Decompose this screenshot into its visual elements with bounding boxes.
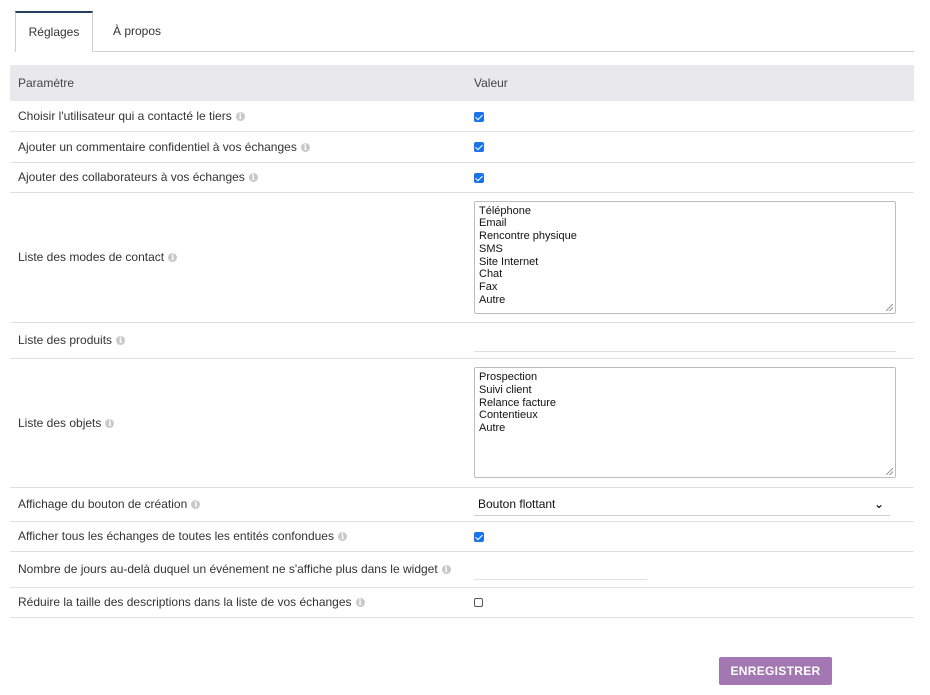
row-label: Nombre de jours au-delà duquel un événem… xyxy=(10,551,466,588)
row-value xyxy=(466,521,914,552)
table-row: Ajouter un commentaire confidentiel à vo… xyxy=(10,131,914,163)
confidential-comment-checkbox[interactable] xyxy=(474,142,484,153)
chevron-down-icon: ⌄ xyxy=(873,497,884,511)
info-icon[interactable]: i xyxy=(300,142,310,152)
info-icon[interactable]: i xyxy=(168,253,178,263)
resize-handle-icon[interactable] xyxy=(886,468,893,475)
settings-table: Paramètre Valeur Choisir l'utilisateur q… xyxy=(10,65,914,618)
list-item[interactable]: Autre xyxy=(479,294,891,307)
tab-bar: Réglages À propos xyxy=(14,11,914,52)
table-row: Afficher tous les échanges de toutes les… xyxy=(10,521,914,552)
row-label: Choisir l'utilisateur qui a contacté le … xyxy=(10,101,466,132)
info-icon[interactable]: i xyxy=(105,418,115,428)
info-icon[interactable]: i xyxy=(355,598,365,608)
list-item[interactable]: Site Internet xyxy=(479,256,891,269)
list-item[interactable]: Autre xyxy=(479,422,891,435)
row-label: Liste des objets i xyxy=(10,358,466,488)
row-value: Téléphone Email Rencontre physique SMS S… xyxy=(466,192,914,323)
row-value xyxy=(466,551,914,588)
table-row: Choisir l'utilisateur qui a contacté le … xyxy=(10,101,914,132)
save-button[interactable]: ENREGISTRER xyxy=(719,657,832,685)
reduce-descriptions-checkbox[interactable] xyxy=(474,598,483,608)
days-limit-input[interactable] xyxy=(474,558,647,580)
row-label: Liste des produits i xyxy=(10,322,466,359)
row-label: Afficher tous les échanges de toutes les… xyxy=(10,521,466,552)
info-icon[interactable]: i xyxy=(191,500,201,510)
row-value xyxy=(466,131,914,163)
list-item[interactable]: SMS xyxy=(479,243,891,256)
row-label: Réduire la taille des descriptions dans … xyxy=(10,587,466,618)
contact-user-checkbox[interactable] xyxy=(474,111,484,122)
table-row: Réduire la taille des descriptions dans … xyxy=(10,587,914,618)
info-icon[interactable]: i xyxy=(441,565,451,575)
list-item[interactable]: Fax xyxy=(479,281,891,294)
contact-modes-listbox[interactable]: Téléphone Email Rencontre physique SMS S… xyxy=(474,200,896,314)
column-header-valeur: Valeur xyxy=(466,65,914,101)
row-value: Prospection Suivi client Relance facture… xyxy=(466,358,914,488)
info-icon[interactable]: i xyxy=(337,532,347,542)
row-value xyxy=(466,587,914,618)
info-icon[interactable]: i xyxy=(116,336,126,346)
list-item[interactable]: Suivi client xyxy=(479,384,891,397)
collaborators-checkbox[interactable] xyxy=(474,172,484,183)
list-item[interactable]: Prospection xyxy=(479,371,891,384)
row-label: Affichage du bouton de création i xyxy=(10,487,466,522)
row-value xyxy=(466,162,914,193)
table-row: Nombre de jours au-delà duquel un événem… xyxy=(10,551,914,588)
list-item[interactable]: Relance facture xyxy=(479,397,891,410)
tab-a-propos[interactable]: À propos xyxy=(108,11,166,51)
list-item[interactable]: Email xyxy=(479,217,891,230)
select-value: Bouton flottant xyxy=(478,497,556,511)
row-label: Liste des modes de contact i xyxy=(10,192,466,323)
info-icon[interactable]: i xyxy=(248,173,258,183)
row-value xyxy=(466,101,914,132)
table-row: Affichage du bouton de création i Bouton … xyxy=(10,487,914,522)
all-entities-checkbox[interactable] xyxy=(474,531,484,542)
row-label: Ajouter un commentaire confidentiel à vo… xyxy=(10,131,466,163)
column-header-parametre: Paramètre xyxy=(10,65,466,101)
table-row: Liste des modes de contact i Téléphone Em… xyxy=(10,192,914,323)
products-input[interactable] xyxy=(474,328,896,352)
table-row: Liste des produits i xyxy=(10,322,914,359)
tab-reglages[interactable]: Réglages xyxy=(15,11,93,52)
list-item[interactable]: Contentieux xyxy=(479,409,891,422)
list-item[interactable]: Téléphone xyxy=(479,205,891,218)
row-value xyxy=(466,322,914,359)
row-value: Bouton flottant ⌄ xyxy=(466,487,914,522)
objects-listbox[interactable]: Prospection Suivi client Relance facture… xyxy=(474,367,896,478)
table-header-row: Paramètre Valeur xyxy=(10,65,914,101)
resize-handle-icon[interactable] xyxy=(886,303,893,311)
table-row: Ajouter des collaborateurs à vos échange… xyxy=(10,162,914,193)
info-icon[interactable]: i xyxy=(235,112,245,122)
row-label: Ajouter des collaborateurs à vos échange… xyxy=(10,162,466,193)
list-item[interactable]: Chat xyxy=(479,268,891,281)
creation-button-display-select[interactable]: Bouton flottant ⌄ xyxy=(474,492,890,516)
list-item[interactable]: Rencontre physique xyxy=(479,230,891,243)
table-row: Liste des objets i Prospection Suivi clie… xyxy=(10,358,914,488)
